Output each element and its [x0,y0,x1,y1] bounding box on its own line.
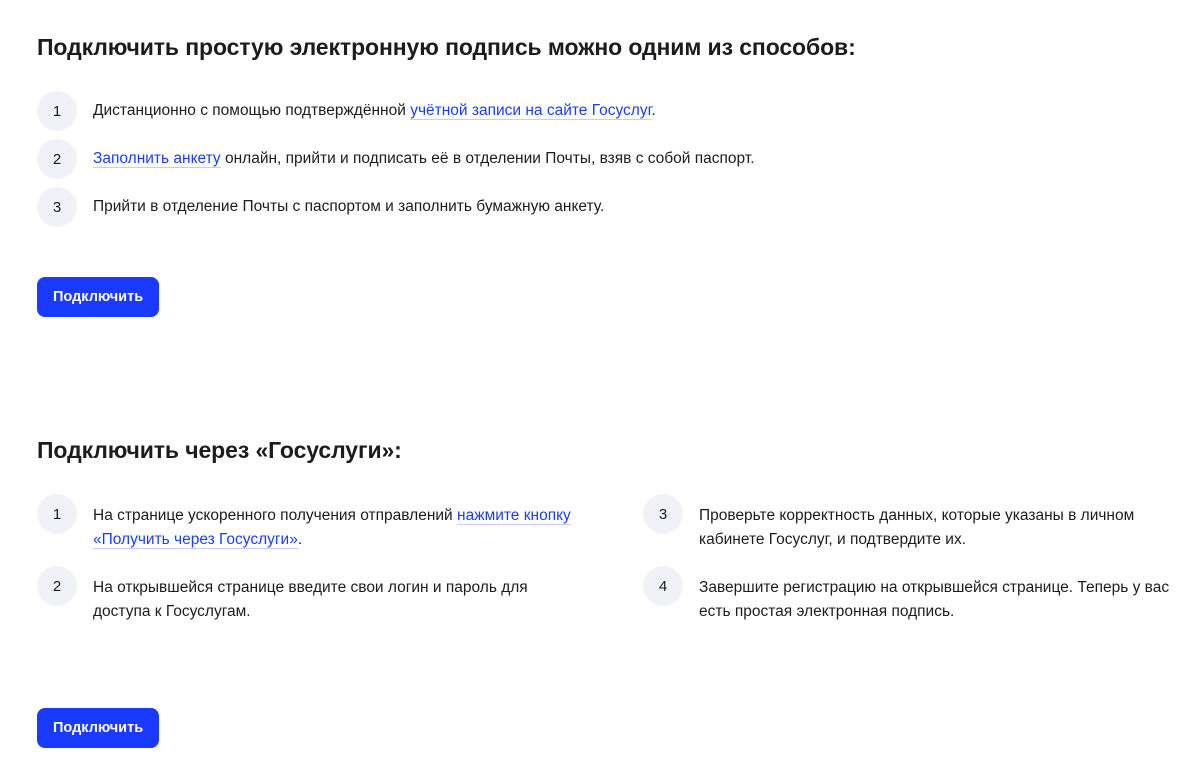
section2-heading: Подключить через «Госуслуги»: [37,437,402,463]
fill-form-link[interactable]: Заполнить анкету [93,150,221,168]
step-text-part: Дистанционно с помощью подтверждённой [93,102,411,119]
section2-step-2: 2 На открывшейся странице введите свои л… [37,566,597,624]
step-text-part: онлайн, прийти и подписать её в отделени… [220,150,755,167]
section1-step-2: 2 Заполнить анкету онлайн, прийти и подп… [37,139,755,179]
step-text-part: . [297,531,303,548]
step-text-part: На странице ускоренного получения отправ… [93,507,458,524]
step-number: 1 [37,494,77,534]
connect-button-1[interactable]: Подключить [37,277,160,317]
gosuslugi-account-link[interactable]: учётной записи на сайте Госуслуг [410,102,652,120]
connect-button-2[interactable]: Подключить [37,708,160,748]
step-text: На странице ускоренного получения отправ… [93,504,583,552]
step-text: Проверьте корректность данных, которые у… [699,507,1135,548]
section2-step-4: 4 Завершите регистрацию на открывшейся с… [643,566,1203,624]
step-text: Дистанционно с помощью подтверждённой уч… [93,99,656,123]
section1-step-1: 1 Дистанционно с помощью подтверждённой … [37,91,656,131]
step-number: 3 [643,494,683,534]
step-number: 2 [37,139,77,179]
section2-step-3: 3 Проверьте корректность данных, которые… [643,494,1203,552]
section1-heading: Подключить простую электронную подпись м… [37,34,856,60]
section2-step-1: 1 На странице ускоренного получения отпр… [37,494,597,552]
step-text: Заполнить анкету онлайн, прийти и подпис… [93,147,755,171]
step-text: Завершите регистрацию на открывшейся стр… [699,579,1170,620]
step-text: На открывшейся странице введите свои лог… [93,579,528,620]
step-number: 4 [643,566,683,606]
section1-step-3: 3 Прийти в отделение Почты с паспортом и… [37,187,604,227]
step-number: 2 [37,566,77,606]
step-number: 3 [37,187,77,227]
step-number: 1 [37,91,77,131]
step-text: Прийти в отделение Почты с паспортом и з… [93,198,605,215]
step-text-part: . [651,102,656,119]
